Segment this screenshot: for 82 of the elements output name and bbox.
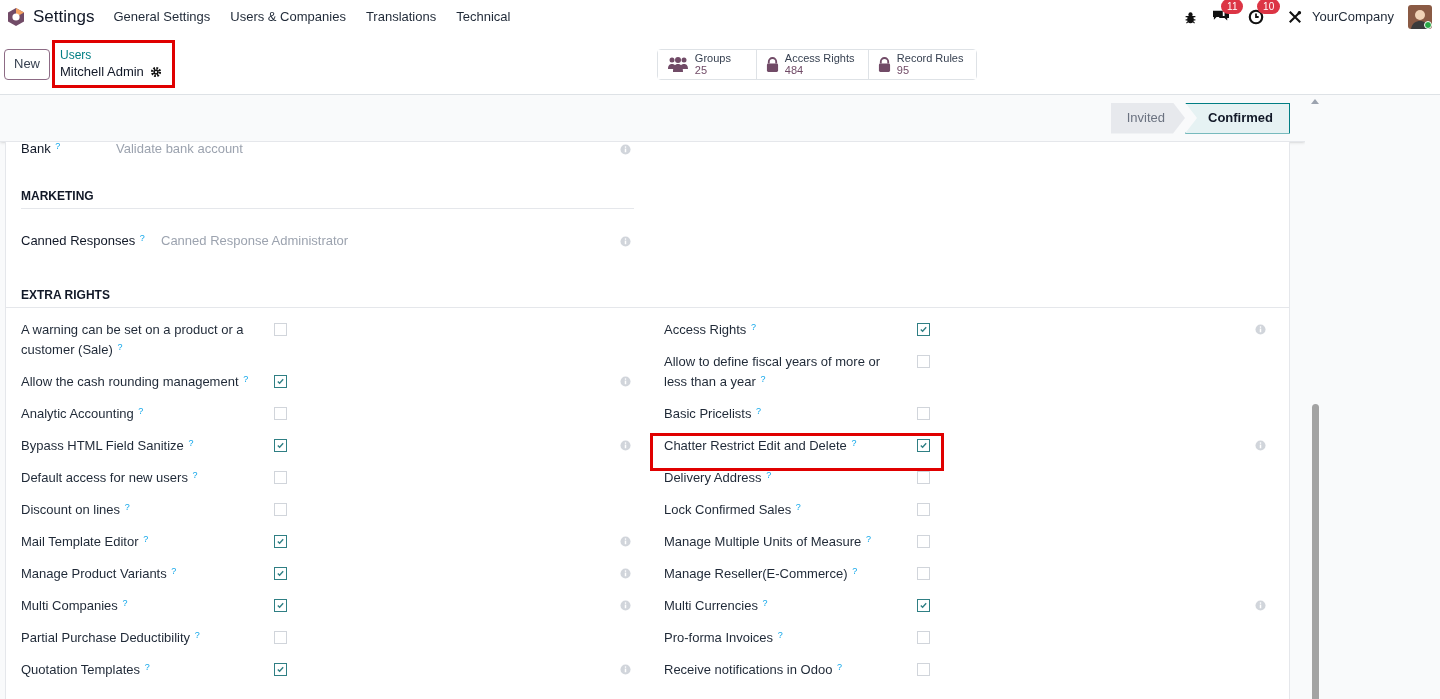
new-button[interactable]: New <box>4 48 50 80</box>
checkbox-label: Analytic Accounting $^{?}$ <box>21 404 145 423</box>
info-icon[interactable] <box>1255 600 1266 611</box>
checkbox-label: Quotation Templates $^{?}$ <box>21 660 151 679</box>
clock-icon[interactable] <box>1248 9 1265 25</box>
info-icon[interactable] <box>620 568 631 579</box>
checkbox[interactable] <box>274 599 287 612</box>
field-value: Canned Response Administrator <box>161 232 350 251</box>
info-icon[interactable] <box>620 376 631 387</box>
status-step[interactable]: Invited <box>1110 102 1185 134</box>
people-icon <box>666 56 689 72</box>
check-icon <box>276 377 285 386</box>
section-title: EXTRA RIGHTS <box>6 287 1289 308</box>
checkbox-label: Pro-forma Invoices $^{?}$ <box>664 628 784 647</box>
checkbox-label: Delivery Address $^{?}$ <box>664 468 773 487</box>
checkbox-label: Manage Multiple Units of Measure $^{?}$ <box>664 532 872 551</box>
checkbox-label: Multi Currencies $^{?}$ <box>664 596 769 615</box>
checkbox[interactable] <box>274 535 287 548</box>
checkbox[interactable] <box>917 439 930 452</box>
breadcrumb-link[interactable]: Users <box>60 47 162 63</box>
checkbox-label: Allow the cash rounding management $^{?}$ <box>21 372 250 391</box>
menu-item[interactable]: General Settings <box>113 7 211 27</box>
checkbox-label: Mail Template Editor $^{?}$ <box>21 532 150 551</box>
info-icon[interactable] <box>620 440 631 451</box>
record-name: Mitchell Admin <box>60 62 144 81</box>
check-icon <box>919 441 928 450</box>
checkbox-label: Manage Product Variants $^{?}$ <box>21 564 178 583</box>
check-icon <box>276 569 285 578</box>
check-icon <box>276 441 285 450</box>
checkbox[interactable] <box>274 375 287 388</box>
menu-item[interactable]: Translations <box>365 7 437 27</box>
info-icon[interactable] <box>1255 440 1266 451</box>
checkbox-label: Receive notifications in Odoo $^{?}$ <box>664 660 843 679</box>
field-label: Bank $^{?}$ <box>21 142 62 159</box>
checkbox-label: Manage Reseller(E-Commerce) $^{?}$ <box>664 564 859 583</box>
checkbox-label: Lock Confirmed Sales $^{?}$ <box>664 500 802 519</box>
field-label: Canned Responses $^{?}$ <box>21 231 146 251</box>
checkbox-label: Access Rights $^{?}$ <box>664 320 757 339</box>
info-icon[interactable] <box>620 664 631 675</box>
status-step[interactable]: Confirmed <box>1185 102 1290 134</box>
checkbox-label: A warning can be set on a product or a customer (Sale) $^{?}$ <box>21 321 245 359</box>
checkbox[interactable] <box>917 599 930 612</box>
checkbox-label: Multi Companies $^{?}$ <box>21 596 129 615</box>
checkbox-label: Default access for new users $^{?}$ <box>21 468 199 487</box>
avatar-icon[interactable] <box>1408 5 1432 29</box>
checkbox[interactable] <box>274 663 287 676</box>
tools-icon[interactable] <box>1288 10 1303 24</box>
checkbox-label: Allow to define fiscal years of more or less than a year $^{?}$ <box>664 353 882 391</box>
placeholder-text: Validate bank account <box>116 142 244 159</box>
info-icon[interactable] <box>620 600 631 611</box>
notification-badge: 10 <box>1257 0 1281 14</box>
notification-badge: 11 <box>1221 0 1244 14</box>
checkbox-label: Partial Purchase Deductibility $^{?}$ <box>21 628 201 647</box>
menu-item[interactable]: Users & Companies <box>230 7 346 27</box>
check-icon <box>919 325 928 334</box>
lock-icon <box>765 56 779 72</box>
checkbox-label: Basic Pricelists $^{?}$ <box>664 404 763 423</box>
app-title[interactable]: Settings <box>33 4 95 30</box>
check-icon <box>276 665 285 674</box>
bug-icon[interactable] <box>1184 10 1198 24</box>
info-icon[interactable] <box>620 143 631 155</box>
info-icon[interactable] <box>1255 324 1266 335</box>
app-logo-icon[interactable] <box>6 7 26 27</box>
menu-item[interactable]: Technical <box>456 7 511 27</box>
lock-icon <box>877 56 891 72</box>
check-icon <box>919 601 928 610</box>
check-icon <box>276 601 285 610</box>
checkbox-label: Chatter Restrict Edit and Delete $^{?}$ <box>664 436 858 455</box>
company-name[interactable]: YourCompany <box>1312 7 1394 27</box>
checkbox[interactable] <box>274 439 287 452</box>
checkbox[interactable] <box>917 323 930 336</box>
info-icon[interactable] <box>620 536 631 547</box>
smart-button[interactable]: Record Rules 95 <box>867 49 976 79</box>
checkbox[interactable] <box>274 567 287 580</box>
scroll-up-icon[interactable] <box>1311 99 1319 104</box>
info-icon[interactable] <box>620 235 631 247</box>
scrollbar-thumb[interactable] <box>1311 404 1319 699</box>
check-icon <box>276 537 285 546</box>
checkbox-label: Discount on lines $^{?}$ <box>21 500 131 519</box>
checkbox-label: Bypass HTML Field Sanitize $^{?}$ <box>21 436 195 455</box>
gear-icon[interactable] <box>149 65 162 78</box>
section-title: MARKETING <box>21 188 634 209</box>
